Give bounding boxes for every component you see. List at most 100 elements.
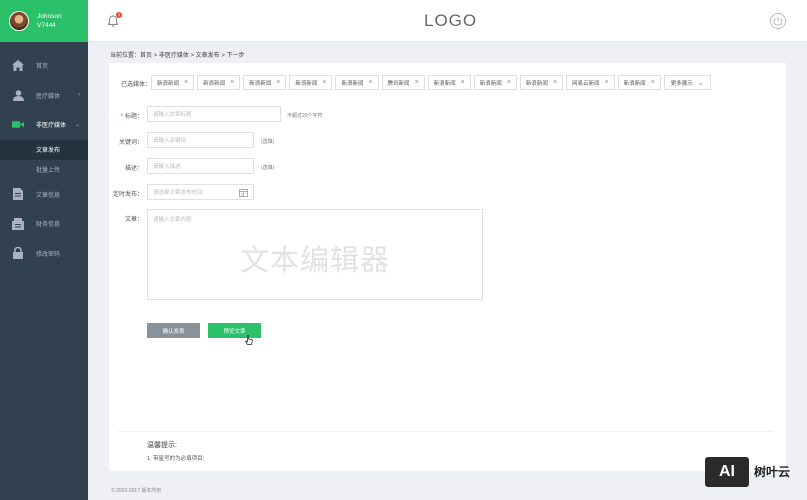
required-asterisk: * xyxy=(120,114,123,120)
schedule-placeholder: 请选择文章发布时间 xyxy=(153,190,203,196)
close-icon[interactable]: × xyxy=(507,79,511,86)
close-icon[interactable]: × xyxy=(322,79,326,86)
tips-line: 1. 带星号的为必填项目; xyxy=(147,456,205,462)
media-tag-label: 新浪新闻 xyxy=(525,80,548,87)
chevron-down-icon: ⌄ xyxy=(74,122,80,128)
title-label-text: 标题： xyxy=(124,114,143,120)
description-label: 描述： xyxy=(124,166,143,172)
user-id: V7444 xyxy=(37,22,56,29)
sidebar-item-finance-info[interactable]: 财务信息 xyxy=(0,209,88,239)
media-tag[interactable]: 腾讯新闻 × xyxy=(381,75,425,90)
sidebar-item-non-medical-media[interactable]: 非医疗媒体 ⌄ xyxy=(0,110,88,140)
media-tag[interactable]: 新浪新闻 × xyxy=(197,75,241,90)
keywords-input[interactable]: 请输入关键词 xyxy=(147,132,254,148)
sidebar-item-label: 文章信息 xyxy=(36,192,61,199)
media-tag-list: 新浪新闻 × 新浪新闻 × 新浪新闻 × 新浪新闻 × 新浪新闻 × 腾讯新闻 × 新浪新闻… xyxy=(151,75,714,90)
user-profile[interactable]: Johnson V7444 xyxy=(0,0,88,42)
more-media-dropdown[interactable]: 更多展示 ⌄ xyxy=(663,75,711,90)
title-placeholder: 请输入文章标题 xyxy=(153,112,192,118)
media-tag[interactable]: 新浪新闻 × xyxy=(473,75,517,90)
article-form-panel: 已选媒体： 新浪新闻 × 新浪新闻 × 新浪新闻 × 新浪新闻 × 新浪新闻 × 腾讯新闻… xyxy=(109,63,786,471)
schedule-datetime-input[interactable]: 请选择文章发布时间 xyxy=(147,184,254,200)
close-icon[interactable]: × xyxy=(276,79,280,86)
top-header: 3 LOGO xyxy=(88,0,807,42)
sidebar-subitem-label: 批量上传 xyxy=(36,168,61,174)
more-media-label: 更多展示 xyxy=(670,80,693,87)
preview-article-button[interactable]: 预览文章 xyxy=(208,323,261,338)
user-name: Johnson xyxy=(37,13,62,20)
media-tag[interactable]: 新浪新闻 × xyxy=(427,75,471,90)
editor-watermark: 文本编辑器 xyxy=(240,245,391,277)
home-icon xyxy=(12,60,24,72)
title-hint: 不超过20个字符 xyxy=(287,113,323,119)
sidebar-item-change-password[interactable]: 修改密码 xyxy=(0,239,88,269)
avatar xyxy=(9,11,29,31)
sidebar-item-label: 非医疗媒体 xyxy=(36,123,67,130)
media-tag[interactable]: 网易云新闻 × xyxy=(565,75,615,90)
sidebar-subitem-article-publish[interactable]: 文章发布 xyxy=(0,139,88,160)
keywords-hint: (选填) xyxy=(261,139,275,145)
sidebar-subitem-label: 文章发布 xyxy=(36,148,61,154)
close-icon[interactable]: × xyxy=(605,79,609,86)
logo: LOGO xyxy=(424,11,478,30)
logout-icon[interactable] xyxy=(770,13,786,29)
breadcrumb: 当前位置：首页 > 非医疗媒体 > 文章发布 > 下一步 xyxy=(110,53,245,59)
article-placeholder: 请输入文章内容 xyxy=(153,217,192,223)
description-input[interactable]: 请输入描述 xyxy=(147,158,254,174)
confirm-publish-button[interactable]: 确认发表 xyxy=(147,323,200,338)
chevron-down-icon: ⌄ xyxy=(697,79,704,87)
lock-icon xyxy=(12,247,24,260)
chevron-right-icon: › xyxy=(78,91,80,98)
sidebar-subitem-batch-upload[interactable]: 批量上传 xyxy=(0,160,88,180)
close-icon[interactable]: × xyxy=(230,79,234,86)
close-icon[interactable]: × xyxy=(368,79,372,86)
article-editor[interactable]: 请输入文章内容 文本编辑器 xyxy=(147,209,483,300)
close-icon[interactable]: × xyxy=(651,79,655,86)
media-tag-label: 新浪新闻 xyxy=(479,80,502,87)
close-icon[interactable]: × xyxy=(461,79,465,86)
tips-title: 温馨提示: xyxy=(147,442,177,449)
calendar-icon[interactable] xyxy=(239,188,248,199)
article-label: 文章： xyxy=(124,217,143,223)
keywords-placeholder: 请输入关键词 xyxy=(153,138,187,144)
description-hint: (选填) xyxy=(261,165,275,171)
ai-logo-text: AI xyxy=(719,462,735,480)
close-icon[interactable]: × xyxy=(553,79,557,86)
media-tag[interactable]: 新浪新闻 × xyxy=(289,75,333,90)
close-icon[interactable]: × xyxy=(184,79,188,86)
media-tag[interactable]: 新浪新闻 × xyxy=(617,75,661,90)
media-tag-label: 新浪新闻 xyxy=(157,80,180,87)
finance-icon xyxy=(12,217,24,230)
media-tag[interactable]: 新浪新闻 × xyxy=(151,75,195,90)
sidebar-item-article-info[interactable]: 文章信息 xyxy=(0,180,88,210)
title-input[interactable]: 请输入文章标题 xyxy=(147,106,281,122)
ai-logo: AI xyxy=(705,456,749,487)
sidebar-item-label: 医疗媒体 xyxy=(36,93,61,100)
keywords-label: 关键词： xyxy=(118,140,143,146)
video-icon xyxy=(12,119,24,131)
media-tag-label: 新浪新闻 xyxy=(623,80,646,87)
media-tag-label: 网易云新闻 xyxy=(571,80,600,87)
media-tag-label: 腾讯新闻 xyxy=(387,80,410,87)
sidebar-item-label: 修改密码 xyxy=(36,251,61,258)
sidebar-item-label: 首页 xyxy=(36,64,49,71)
media-tag[interactable]: 新浪新闻 × xyxy=(519,75,563,90)
media-tag[interactable]: 新浪新闻 × xyxy=(335,75,379,90)
divider xyxy=(118,431,773,432)
sidebar-item-label: 财务信息 xyxy=(36,222,61,229)
sidebar-item-home[interactable]: 首页 xyxy=(0,51,88,81)
close-icon[interactable]: × xyxy=(415,79,419,86)
media-tag-label: 新浪新闻 xyxy=(249,80,272,87)
sidebar: Johnson V7444 首页 医疗媒体 › 非医疗媒体 ⌄ 文章发布 批量上… xyxy=(0,0,88,500)
description-placeholder: 请输入描述 xyxy=(153,164,181,170)
document-icon xyxy=(12,188,24,201)
notification-badge: 3 xyxy=(116,12,122,18)
media-tag-label: 新浪新闻 xyxy=(295,80,318,87)
title-label: * 标题： xyxy=(117,111,143,120)
sidebar-item-medical-media[interactable]: 医疗媒体 › xyxy=(0,81,88,111)
schedule-label: 定时发布： xyxy=(113,192,144,198)
cursor-hand-icon xyxy=(245,332,253,350)
footer-copyright: © 2003-2017 版本所有 xyxy=(111,488,162,494)
media-tag[interactable]: 新浪新闻 × xyxy=(243,75,287,90)
media-tag-label: 新浪新闻 xyxy=(341,80,364,87)
